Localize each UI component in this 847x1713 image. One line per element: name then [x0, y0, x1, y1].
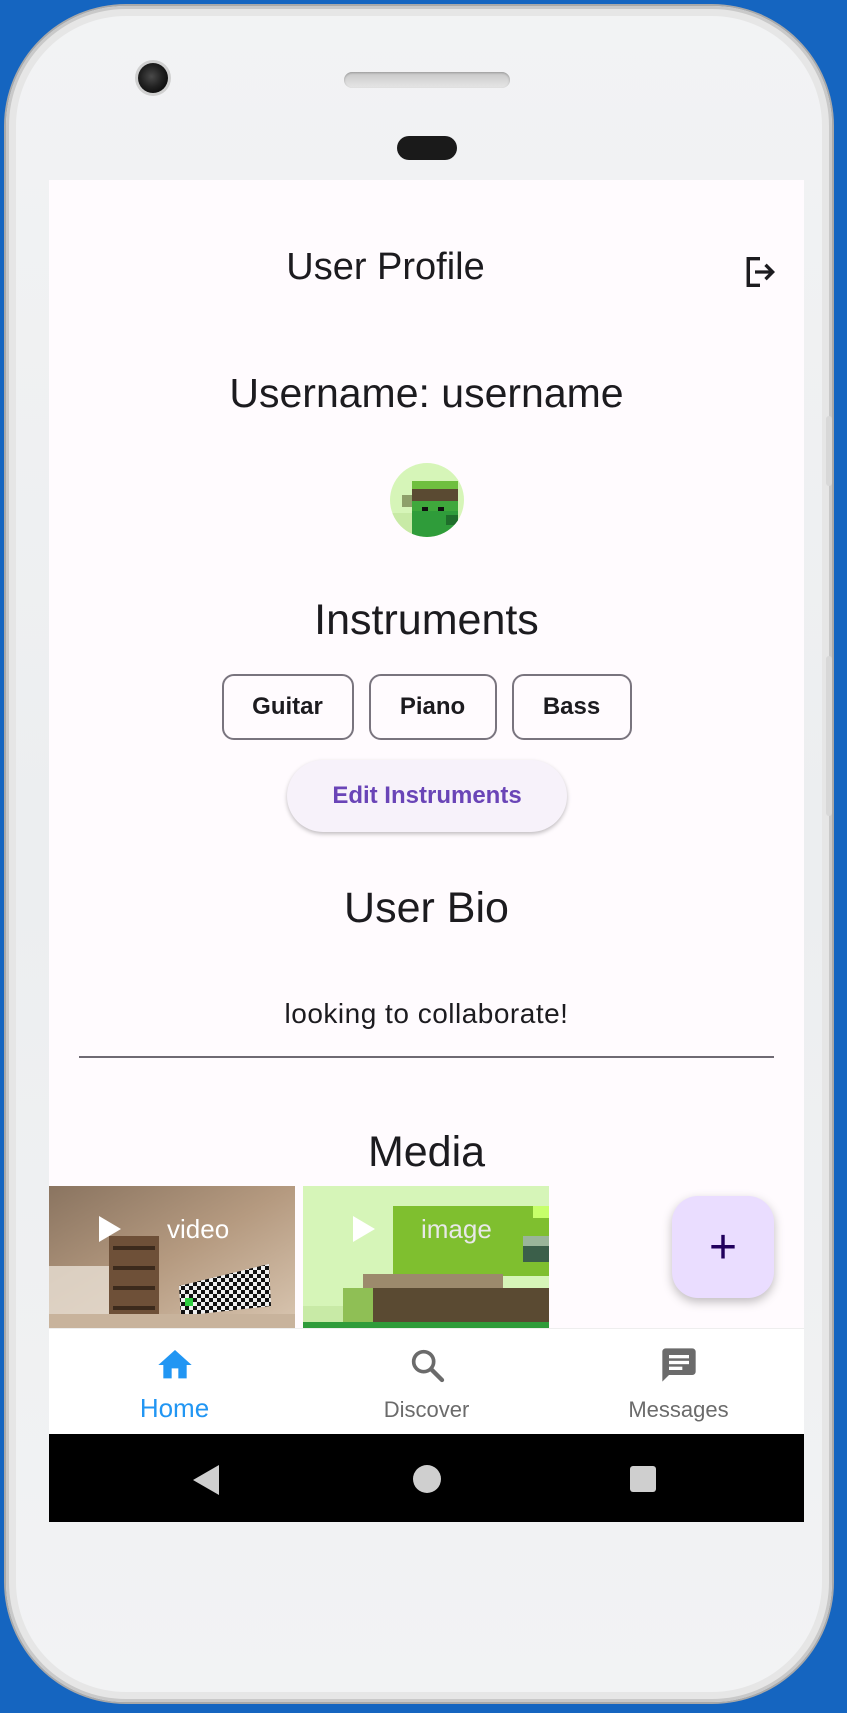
- proximity-sensor: [397, 136, 457, 160]
- instrument-chip-guitar[interactable]: Guitar: [221, 674, 354, 740]
- app-bar: User Profile: [49, 232, 804, 302]
- bio-underline: [79, 1056, 774, 1058]
- system-navigation-bar: [49, 1434, 804, 1522]
- username-heading: Username: username: [229, 370, 624, 416]
- edit-instruments-button[interactable]: Edit Instruments: [287, 760, 567, 832]
- phone-frame: User Profile Username: username Instrume…: [6, 6, 832, 1702]
- instrument-chips: Guitar Piano Bass: [49, 674, 804, 740]
- nav-item-discover[interactable]: Discover: [301, 1329, 552, 1435]
- avatar[interactable]: [390, 463, 464, 537]
- earpiece-speaker: [344, 72, 510, 88]
- page-title: User Profile: [286, 246, 485, 288]
- media-heading: Media: [367, 1128, 486, 1176]
- recent-apps-icon[interactable]: [630, 1466, 656, 1492]
- nav-item-home[interactable]: Home: [49, 1329, 300, 1435]
- nav-label-messages: Messages: [628, 1397, 729, 1422]
- logout-icon[interactable]: [740, 252, 780, 292]
- message-icon: [659, 1345, 699, 1385]
- back-icon[interactable]: [193, 1465, 219, 1495]
- bio-heading: User Bio: [344, 884, 509, 932]
- play-icon: [99, 1216, 121, 1242]
- nav-label-home: Home: [139, 1393, 210, 1423]
- nav-label-discover: Discover: [383, 1397, 470, 1422]
- media-tile-video[interactable]: video: [49, 1186, 295, 1328]
- home-button-icon[interactable]: [413, 1465, 441, 1493]
- plus-icon: +: [708, 1220, 738, 1274]
- media-label-image: image: [421, 1214, 492, 1244]
- search-icon: [407, 1345, 447, 1385]
- nav-item-messages[interactable]: Messages: [553, 1329, 804, 1435]
- media-tile-image[interactable]: image: [303, 1186, 549, 1328]
- bio-text[interactable]: looking to collaborate!: [49, 998, 804, 1030]
- play-icon: [353, 1216, 375, 1242]
- volume-button: [826, 416, 832, 486]
- instrument-chip-bass[interactable]: Bass: [511, 674, 632, 740]
- home-icon: [155, 1345, 195, 1385]
- instruments-heading: Instruments: [314, 596, 539, 644]
- media-label-video: video: [167, 1214, 230, 1244]
- front-camera: [138, 63, 168, 93]
- add-media-button[interactable]: +: [672, 1196, 774, 1298]
- bottom-navigation: Home Discover Messages: [49, 1328, 804, 1435]
- app-screen: User Profile Username: username Instrume…: [49, 180, 804, 1522]
- instrument-chip-piano[interactable]: Piano: [368, 674, 497, 740]
- power-button: [826, 656, 832, 816]
